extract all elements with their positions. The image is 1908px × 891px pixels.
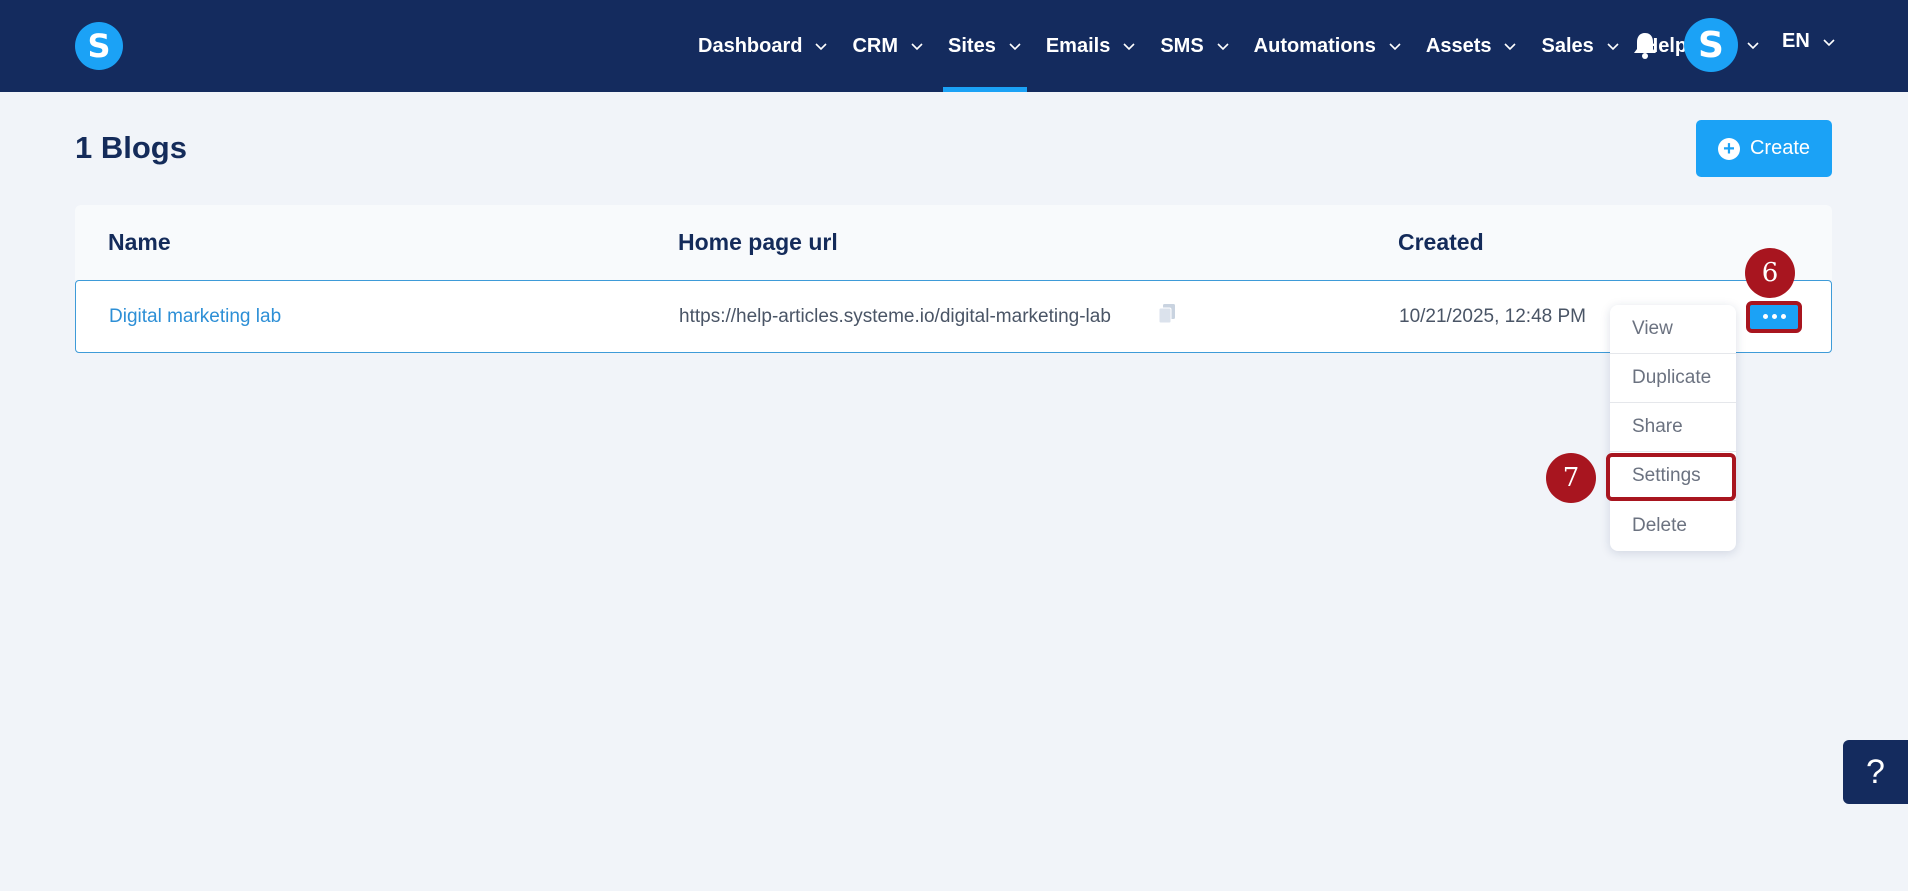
- column-header-url: Home page url: [678, 229, 838, 255]
- chevron-down-icon: [1009, 43, 1021, 51]
- nav-sms[interactable]: SMS: [1152, 0, 1237, 92]
- language-label: EN: [1782, 30, 1810, 52]
- dot-icon: [1780, 313, 1786, 319]
- top-navbar: S Dashboard CRM Sites Emails SMS Automat…: [0, 0, 1908, 92]
- menu-item-share[interactable]: Share: [1610, 403, 1736, 452]
- nav-sites[interactable]: Sites: [940, 0, 1030, 92]
- step-badge-7: 7: [1546, 453, 1596, 503]
- menu-item-duplicate[interactable]: Duplicate: [1610, 354, 1736, 403]
- menu-item-settings[interactable]: Settings: [1610, 452, 1736, 501]
- nav-assets[interactable]: Assets: [1418, 0, 1526, 92]
- more-actions-button[interactable]: [1749, 302, 1799, 330]
- copy-icon[interactable]: [1158, 303, 1176, 325]
- create-button-label: Create: [1749, 137, 1811, 159]
- plus-circle-icon: +: [1717, 137, 1740, 160]
- language-selector[interactable]: EN: [1782, 30, 1836, 53]
- chevron-down-icon: [1217, 43, 1229, 51]
- nav-sites-label: Sites: [948, 34, 996, 57]
- chevron-down-icon: [1123, 43, 1135, 51]
- create-button[interactable]: + Create: [1696, 120, 1832, 177]
- chevron-down-icon: [815, 43, 828, 51]
- page-title: 1 Blogs: [75, 130, 187, 165]
- step-badge-6: 6: [1745, 248, 1795, 298]
- blogs-table: Name Home page url Created Digital marke…: [75, 205, 1832, 353]
- chevron-down-icon[interactable]: [1746, 38, 1760, 52]
- blog-url: https://help-articles.systeme.io/digital…: [679, 306, 1111, 327]
- blog-name-link[interactable]: Digital marketing lab: [109, 306, 281, 328]
- chevron-down-icon: [1607, 43, 1619, 51]
- dot-icon: [1771, 313, 1777, 319]
- chevron-down-icon: [1504, 43, 1517, 51]
- nav-sms-label: SMS: [1160, 34, 1204, 57]
- dot-icon: [1762, 313, 1768, 319]
- chevron-down-icon: [911, 43, 923, 51]
- systeme-logo[interactable]: S: [75, 22, 123, 70]
- table-header: Name Home page url Created: [75, 205, 1832, 280]
- nav-automations-label: Automations: [1253, 34, 1376, 57]
- bell-icon[interactable]: [1631, 30, 1659, 60]
- menu-item-delete[interactable]: Delete: [1610, 501, 1736, 550]
- chevron-down-icon: [1389, 43, 1401, 51]
- help-button[interactable]: ?: [1843, 740, 1908, 804]
- nav-emails-label: Emails: [1045, 34, 1111, 57]
- blog-created-date: 10/21/2025, 12:48 PM: [1399, 306, 1586, 327]
- menu-item-view[interactable]: View: [1610, 305, 1736, 354]
- chevron-down-icon: [1823, 38, 1835, 46]
- column-header-created: Created: [1398, 229, 1484, 255]
- user-avatar[interactable]: S: [1684, 18, 1738, 72]
- nav-assets-label: Assets: [1425, 34, 1492, 57]
- nav-sales-label: Sales: [1541, 34, 1594, 57]
- nav-dashboard[interactable]: Dashboard: [690, 0, 836, 92]
- nav-automations[interactable]: Automations: [1246, 0, 1410, 92]
- main-nav: Dashboard CRM Sites Emails SMS Automatio…: [690, 0, 1703, 92]
- actions-dropdown: View Duplicate Share Settings Delete: [1610, 305, 1736, 551]
- nav-emails[interactable]: Emails: [1038, 0, 1144, 92]
- nav-crm[interactable]: CRM: [844, 0, 932, 92]
- nav-dashboard-label: Dashboard: [698, 34, 803, 57]
- column-header-name: Name: [108, 229, 171, 255]
- nav-crm-label: CRM: [852, 34, 899, 57]
- nav-sales[interactable]: Sales: [1533, 0, 1627, 92]
- table-row: Digital marketing lab https://help-artic…: [75, 280, 1832, 353]
